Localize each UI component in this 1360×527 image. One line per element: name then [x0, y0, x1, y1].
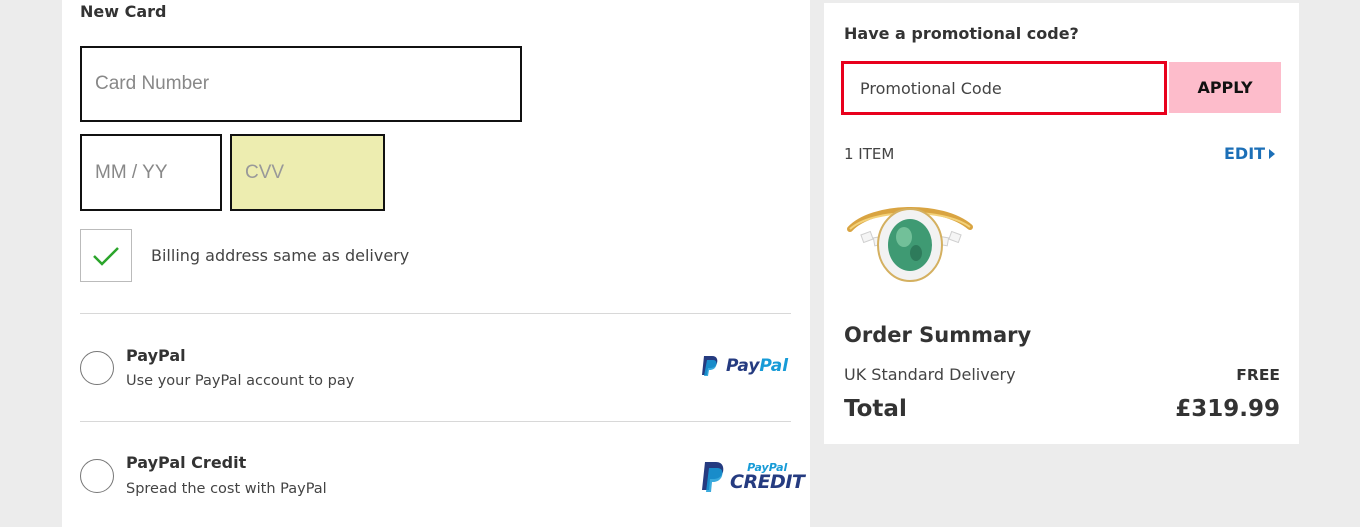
caret-right-icon: [1269, 148, 1276, 159]
item-count: 1 ITEM: [844, 145, 895, 163]
card-number-field[interactable]: Card Number: [80, 46, 522, 122]
paypal-p-icon: [702, 356, 718, 376]
billing-same-checkbox[interactable]: [80, 229, 132, 282]
order-summary-title: Order Summary: [844, 323, 1032, 347]
paypal-radio[interactable]: [80, 351, 114, 385]
promo-code-placeholder: Promotional Code: [860, 78, 1002, 98]
billing-same-label: Billing address same as delivery: [151, 246, 410, 265]
paypal-credit-subtitle: Spread the cost with PayPal: [126, 481, 327, 497]
new-card-title: New Card: [80, 2, 167, 21]
apply-button[interactable]: APPLY: [1169, 62, 1281, 113]
product-ring-image: [847, 207, 973, 282]
credit-wordmark: PayPal CREDIT: [730, 462, 805, 493]
paypal-subtitle: Use your PayPal account to pay: [126, 373, 355, 389]
expiry-field[interactable]: MM / YY: [80, 134, 222, 211]
checkmark-icon: [93, 246, 119, 266]
divider: [80, 421, 791, 422]
promo-heading: Have a promotional code?: [844, 24, 1079, 43]
promo-code-input[interactable]: Promotional Code: [841, 61, 1167, 115]
paypal-title[interactable]: PayPal: [126, 346, 186, 365]
total-value: £319.99: [1175, 396, 1280, 422]
delivery-value: FREE: [1236, 366, 1280, 384]
payment-panel: New Card Card Number MM / YY CVV Billing…: [62, 0, 810, 527]
edit-link[interactable]: EDIT: [1224, 144, 1276, 163]
paypal-credit-title[interactable]: PayPal Credit: [126, 453, 246, 472]
card-number-placeholder: Card Number: [95, 73, 210, 94]
paypal-p-icon: [702, 462, 724, 492]
paypal-credit-radio[interactable]: [80, 459, 114, 493]
credit-big-text: CREDIT: [730, 471, 805, 493]
paypal-logo: PayPal: [700, 355, 788, 377]
delivery-label: UK Standard Delivery: [844, 365, 1016, 384]
paypal-pay-text: Pay: [726, 356, 760, 376]
paypal-pal-text: Pal: [759, 356, 789, 376]
divider: [80, 313, 791, 314]
paypal-wordmark: PayPal: [726, 356, 788, 376]
expiry-placeholder: MM / YY: [95, 161, 168, 183]
edit-label: EDIT: [1224, 144, 1266, 163]
cvv-field[interactable]: CVV: [230, 134, 385, 211]
cvv-placeholder: CVV: [245, 161, 285, 183]
order-panel: Have a promotional code? Promotional Cod…: [824, 3, 1299, 444]
paypal-credit-logo: PayPal CREDIT: [700, 461, 805, 493]
total-label: Total: [844, 396, 907, 422]
